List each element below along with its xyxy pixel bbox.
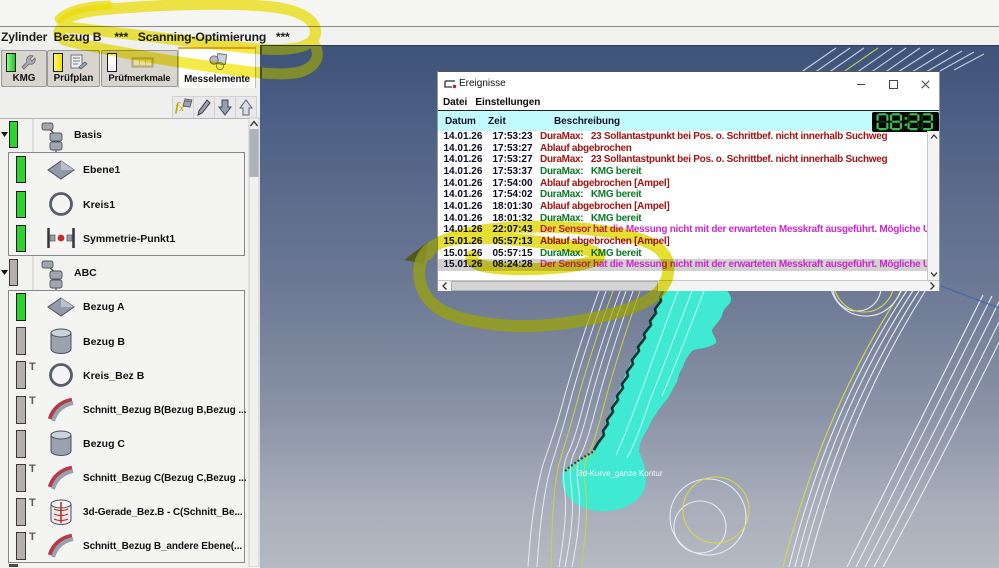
svg-text:Bezug C: Bezug C [83, 438, 125, 450]
svg-text:3d-Kurve_ganze Kontur: 3d-Kurve_ganze Kontur [578, 469, 663, 478]
svg-text:T: T [29, 497, 36, 509]
svg-text:Kreis1: Kreis1 [83, 199, 115, 211]
svg-text:ABC: ABC [74, 267, 97, 279]
svg-text:Schnitt_Bezug C(Bezug C,Bezug: Schnitt_Bezug C(Bezug C,Bezug ... [83, 473, 247, 484]
svg-text:3d-Gerade_Bez.B - C(Schnitt_Be: 3d-Gerade_Bez.B - C(Schnitt_Be... [83, 507, 243, 518]
svg-text:Bezug B: Bezug B [83, 336, 125, 348]
svg-text:T: T [29, 395, 36, 407]
svg-text:Symmetrie-Punkt1: Symmetrie-Punkt1 [83, 233, 175, 245]
svg-text:T: T [29, 531, 36, 543]
svg-text:T: T [29, 463, 36, 475]
svg-text:Ebene1: Ebene1 [83, 164, 121, 176]
svg-text:Schnitt_Bezug B(Bezug B,Bezug: Schnitt_Bezug B(Bezug B,Bezug ... [83, 405, 247, 416]
svg-text:Kreis_Bez B: Kreis_Bez B [83, 370, 145, 382]
svg-text:Basis: Basis [74, 129, 102, 141]
svg-text:T: T [29, 361, 36, 373]
svg-text:Schnitt_Bezug B_andere Ebene(.: Schnitt_Bezug B_andere Ebene(... [83, 541, 242, 552]
svg-text:Bezug A: Bezug A [83, 301, 125, 313]
